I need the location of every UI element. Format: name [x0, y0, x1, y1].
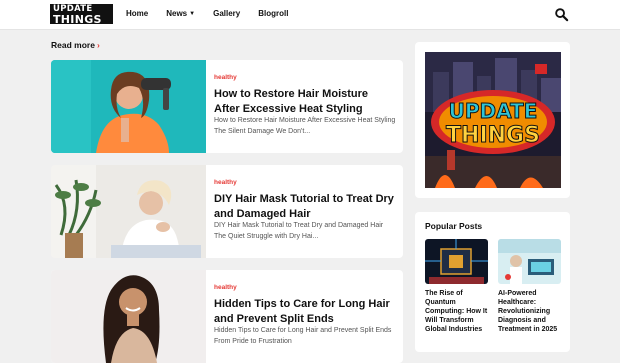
post-snippet: How to Restore Hair Moisture After Exces… [214, 117, 396, 135]
nav-news[interactable]: News ▼ [166, 9, 195, 21]
logo-line-2: THINGS [53, 12, 102, 26]
post-category[interactable]: healthy [214, 284, 237, 291]
post-card[interactable]: healthy Hidden Tips to Care for Long Hai… [51, 270, 403, 363]
post-card[interactable]: healthy How to Restore Hair Moisture Aft… [51, 60, 403, 153]
read-more-label: Read more [51, 40, 95, 50]
banner-text-line-2: THINGS [446, 123, 540, 148]
search-icon[interactable] [554, 7, 569, 22]
post-snippet: Hidden Tips to Care for Long Hair and Pr… [214, 327, 392, 345]
popular-post-title[interactable]: AI-Powered Healthcare: Revolutionizing D… [498, 289, 564, 334]
site-logo[interactable]: UPDATE THINGS [50, 4, 113, 26]
chevron-down-icon: ▼ [189, 11, 196, 17]
popular-post-thumbnail[interactable] [498, 239, 561, 284]
nav-gallery[interactable]: Gallery [213, 9, 240, 21]
post-thumbnail[interactable] [51, 165, 206, 258]
banner-text-line-1: UPDATE [449, 99, 538, 123]
post-category[interactable]: healthy [214, 74, 237, 81]
update-things-banner[interactable]: UPDATE THINGS [425, 52, 561, 188]
post-category[interactable]: healthy [214, 179, 237, 186]
popular-posts-title: Popular Posts [425, 221, 483, 231]
popular-post-title[interactable]: The Rise of Quantum Computing: How It Wi… [425, 289, 491, 334]
nav-news-label: News [166, 9, 188, 18]
main-nav: Home News ▼ Gallery Blogroll [126, 9, 306, 21]
post-title[interactable]: DIY Hair Mask Tutorial to Treat Dry and … [214, 192, 396, 221]
post-thumbnail[interactable] [51, 270, 206, 363]
site-header: UPDATE THINGS Home News ▼ Gallery Blogrol… [0, 0, 620, 30]
popular-posts-widget: Popular Posts The Rise of Quantum Comput… [415, 212, 570, 352]
chevron-right-icon: › [96, 40, 100, 50]
post-title[interactable]: How to Restore Hair Moisture After Exces… [214, 87, 396, 116]
nav-home[interactable]: Home [126, 9, 148, 21]
read-more-link[interactable]: Read more › [51, 40, 100, 50]
post-title[interactable]: Hidden Tips to Care for Long Hair and Pr… [214, 297, 396, 326]
post-card[interactable]: healthy DIY Hair Mask Tutorial to Treat … [51, 165, 403, 258]
post-thumbnail[interactable] [51, 60, 206, 153]
post-snippet: DIY Hair Mask Tutorial to Treat Dry and … [214, 222, 384, 240]
popular-post-thumbnail[interactable] [425, 239, 488, 284]
nav-blogroll[interactable]: Blogroll [258, 9, 288, 21]
sidebar-banner-widget: UPDATE THINGS [415, 42, 570, 198]
